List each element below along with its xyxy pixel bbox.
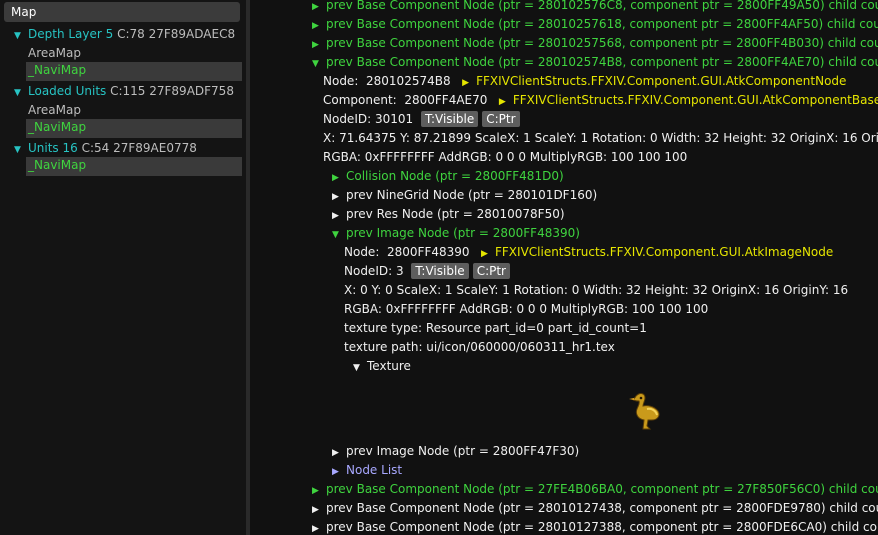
rgba-row: RGBA: 0xFFFFFFFF AddRGB: 0 0 0 MultiplyR…: [323, 150, 688, 164]
image-transform-row: X: 0 Y: 0 ScaleX: 1 ScaleY: 1 Rotation: …: [344, 283, 849, 297]
collision-node[interactable]: Collision Node (ptr = 2800FF481D0): [332, 167, 564, 186]
layer-meta: C:115 27F89ADF758: [110, 84, 234, 98]
expand-arrow-icon: [312, 15, 326, 36]
res-node[interactable]: prev Res Node (ptr = 28010078F50): [332, 205, 565, 224]
expand-arrow-icon: [312, 480, 326, 501]
transform-row: X: 71.64375 Y: 87.21899 ScaleX: 1 ScaleY…: [323, 131, 878, 145]
tree-node-label: prev NineGrid Node (ptr = 280101DF160): [346, 188, 598, 202]
node-list[interactable]: Node List: [332, 461, 402, 480]
component-type-link[interactable]: FFXIVClientStructs.FFXIV.Component.GUI.A…: [513, 93, 878, 107]
visible-toggle-button[interactable]: T:Visible: [420, 111, 479, 127]
expand-arrow-icon: [312, 499, 326, 520]
layer-child-navimap[interactable]: _NaviMap: [26, 62, 242, 81]
layer-units-16[interactable]: Units 16 C:54 27F89AE0778: [14, 139, 197, 158]
texture-path-row: texture path: ui/icon/060000/060311_hr1.…: [344, 340, 615, 354]
layer-name: Loaded Units: [28, 84, 107, 98]
nodeid-row: NodeID: 30101 T:Visible C:Ptr: [323, 110, 520, 129]
expand-arrow-icon: [312, 518, 326, 535]
texture-type-row: texture type: Resource part_id=0 part_id…: [344, 321, 647, 335]
map-header-label: Map: [11, 5, 37, 19]
tree-node-label: Node List: [346, 463, 403, 477]
ptr-button[interactable]: C:Ptr: [472, 263, 510, 279]
tree-node-component[interactable]: prev Base Component Node (ptr = 28010127…: [312, 518, 878, 535]
node-address[interactable]: 280102574B8: [366, 74, 451, 88]
tree-node-label: prev Base Component Node (ptr = 28010127…: [326, 501, 878, 515]
tree-node-label: prev Image Node (ptr = 2800FF47F30): [346, 444, 580, 458]
navimap-label: _NaviMap: [28, 120, 87, 134]
ptr-button[interactable]: C:Ptr: [482, 111, 520, 127]
image-node-2[interactable]: prev Image Node (ptr = 2800FF47F30): [332, 442, 579, 461]
image-rgba-row: RGBA: 0xFFFFFFFF AddRGB: 0 0 0 MultiplyR…: [344, 302, 709, 316]
map-header[interactable]: Map: [4, 2, 240, 22]
expand-arrow-icon: [14, 25, 28, 46]
image-node-address-row: Node: 2800FF48390 FFXIVClientStructs.FFX…: [344, 243, 833, 262]
node-type-link[interactable]: FFXIVClientStructs.FFXIV.Component.GUI.A…: [495, 245, 833, 259]
navimap-label: _NaviMap: [28, 63, 87, 77]
tree-node-label: Collision Node (ptr = 2800FF481D0): [346, 169, 564, 183]
node-address[interactable]: 2800FF48390: [387, 245, 470, 259]
expand-arrow-icon: [332, 167, 346, 188]
image-node-expanded[interactable]: prev Image Node (ptr = 2800FF48390): [332, 224, 580, 243]
layer-meta: C:78 27F89ADAEC8: [117, 27, 236, 41]
map-layer-panel: Map Depth Layer 5 C:78 27F89ADAEC8 AreaM…: [0, 0, 246, 535]
image-nodeid-row: NodeID: 3 T:Visible C:Ptr: [344, 262, 510, 281]
expand-arrow-icon: [14, 82, 28, 103]
layer-loaded-units[interactable]: Loaded Units C:115 27F89ADF758: [14, 82, 234, 101]
expand-arrow-icon: [332, 205, 346, 226]
tree-node-component[interactable]: prev Base Component Node (ptr = 27FE4B06…: [312, 480, 878, 499]
tree-node-label: prev Res Node (ptr = 28010078F50): [346, 207, 565, 221]
layer-name: Units 16: [28, 141, 78, 155]
expand-arrow-icon: [332, 186, 346, 207]
layer-child-areamap[interactable]: AreaMap: [28, 44, 81, 63]
chocobo-texture-icon: [629, 393, 660, 430]
layer-meta: C:54 27F89AE0778: [81, 141, 197, 155]
tree-node-component[interactable]: prev Base Component Node (ptr = 28010127…: [312, 499, 878, 518]
tree-node-label: prev Base Component Node (ptr = 28010127…: [326, 520, 878, 534]
tree-node-label: prev Base Component Node (ptr = 28010257…: [326, 36, 878, 50]
node-label: Node:: [323, 74, 359, 88]
layer-name: Depth Layer 5: [28, 27, 114, 41]
tree-node-label: prev Base Component Node (ptr = 27FE4B06…: [326, 482, 878, 496]
tree-node-component[interactable]: prev Base Component Node (ptr = 28010257…: [312, 15, 878, 34]
expand-arrow-icon: [332, 461, 346, 482]
expand-arrow-icon: [312, 34, 326, 55]
tree-node-label: prev Base Component Node (ptr = 28010257…: [326, 55, 878, 69]
component-address-row: Component: 2800FF4AE70 FFXIVClientStruct…: [323, 91, 878, 110]
node-type-link[interactable]: FFXIVClientStructs.FFXIV.Component.GUI.A…: [476, 74, 846, 88]
tree-node-label: prev Image Node (ptr = 2800FF48390): [346, 226, 580, 240]
node-id: NodeID: 30101: [323, 112, 414, 126]
expand-arrow-icon[interactable]: [462, 72, 476, 93]
collapse-arrow-icon: [312, 53, 326, 74]
tree-node-component-expanded[interactable]: prev Base Component Node (ptr = 28010257…: [312, 53, 878, 72]
tree-node-label: Texture: [367, 359, 411, 373]
ninegrid-node[interactable]: prev NineGrid Node (ptr = 280101DF160): [332, 186, 597, 205]
node-label: Node:: [344, 245, 380, 259]
component-address[interactable]: 2800FF4AE70: [404, 93, 487, 107]
layer-child-navimap[interactable]: _NaviMap: [26, 157, 242, 176]
layer-child-navimap[interactable]: _NaviMap: [26, 119, 242, 138]
expand-arrow-icon[interactable]: [481, 243, 495, 264]
layer-depth-layer-5[interactable]: Depth Layer 5 C:78 27F89ADAEC8: [14, 25, 235, 44]
tree-node-label: prev Base Component Node (ptr = 28010257…: [326, 0, 878, 12]
texture-tree-node[interactable]: Texture: [353, 357, 411, 376]
visible-toggle-button[interactable]: T:Visible: [411, 263, 469, 279]
node-tree-panel: prev Base Component Node (ptr = 28010257…: [250, 0, 878, 535]
collapse-arrow-icon: [332, 224, 346, 245]
component-label: Component:: [323, 93, 397, 107]
expand-arrow-icon[interactable]: [499, 91, 513, 112]
navimap-label: _NaviMap: [28, 158, 87, 172]
node-address-row: Node: 280102574B8 FFXIVClientStructs.FFX…: [323, 72, 846, 91]
tree-node-label: prev Base Component Node (ptr = 28010257…: [326, 17, 878, 31]
node-id: NodeID: 3: [344, 264, 404, 278]
layer-child-areamap[interactable]: AreaMap: [28, 101, 81, 120]
tree-node-component[interactable]: prev Base Component Node (ptr = 28010257…: [312, 34, 878, 53]
collapse-arrow-icon: [353, 357, 367, 378]
tree-node-component[interactable]: prev Base Component Node (ptr = 28010257…: [312, 0, 878, 15]
expand-arrow-icon: [332, 442, 346, 463]
